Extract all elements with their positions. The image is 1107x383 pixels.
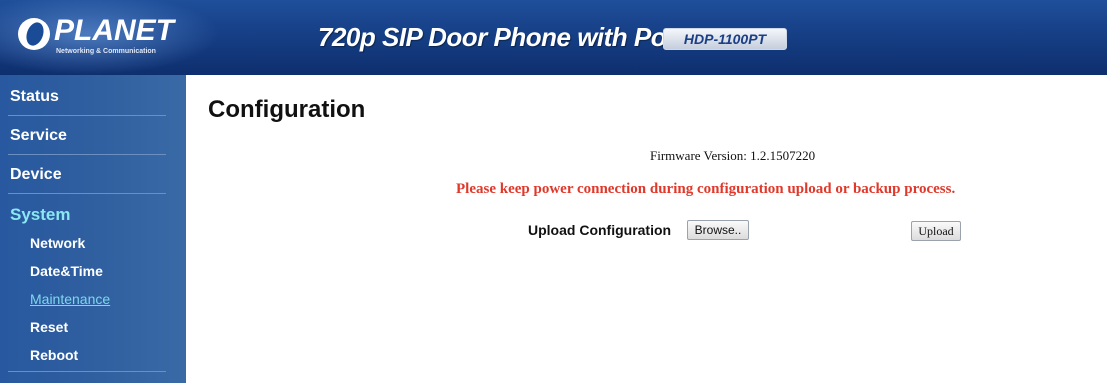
header-banner: PLANET Networking & Communication 720p S…: [0, 0, 1107, 75]
subnav-reboot[interactable]: Reboot: [30, 347, 78, 363]
brand-tagline: Networking & Communication: [56, 48, 156, 55]
subnav-datetime[interactable]: Date&Time: [30, 263, 103, 279]
product-title: 720p SIP Door Phone with PoE: [318, 22, 683, 52]
globe-icon: [18, 18, 50, 50]
subnav-maintenance[interactable]: Maintenance: [30, 291, 110, 307]
power-warning: Please keep power connection during conf…: [456, 181, 956, 197]
nav-divider: [8, 115, 166, 116]
nav-system[interactable]: System: [0, 205, 186, 225]
planet-logo: PLANET Networking & Communication: [18, 14, 178, 62]
upload-button[interactable]: Upload: [911, 221, 961, 241]
brand-name: PLANET: [54, 14, 174, 47]
nav-status[interactable]: Status: [0, 88, 186, 106]
model-badge: HDP-1100PT: [663, 28, 787, 50]
sidebar: Status Service Device System Network Dat…: [0, 75, 186, 383]
nav-divider: [8, 193, 166, 194]
nav-service[interactable]: Service: [0, 127, 186, 145]
subnav-reset[interactable]: Reset: [30, 319, 68, 335]
subnav-network[interactable]: Network: [30, 235, 85, 251]
nav-divider: [8, 371, 166, 372]
upload-config-label: Upload Configuration: [528, 222, 672, 238]
firmware-version: Firmware Version: 1.2.1507220: [650, 148, 816, 163]
nav-device[interactable]: Device: [0, 166, 186, 184]
page-title: Configuration: [208, 96, 366, 123]
nav-divider: [8, 154, 166, 155]
browse-button[interactable]: Browse..: [687, 220, 749, 240]
